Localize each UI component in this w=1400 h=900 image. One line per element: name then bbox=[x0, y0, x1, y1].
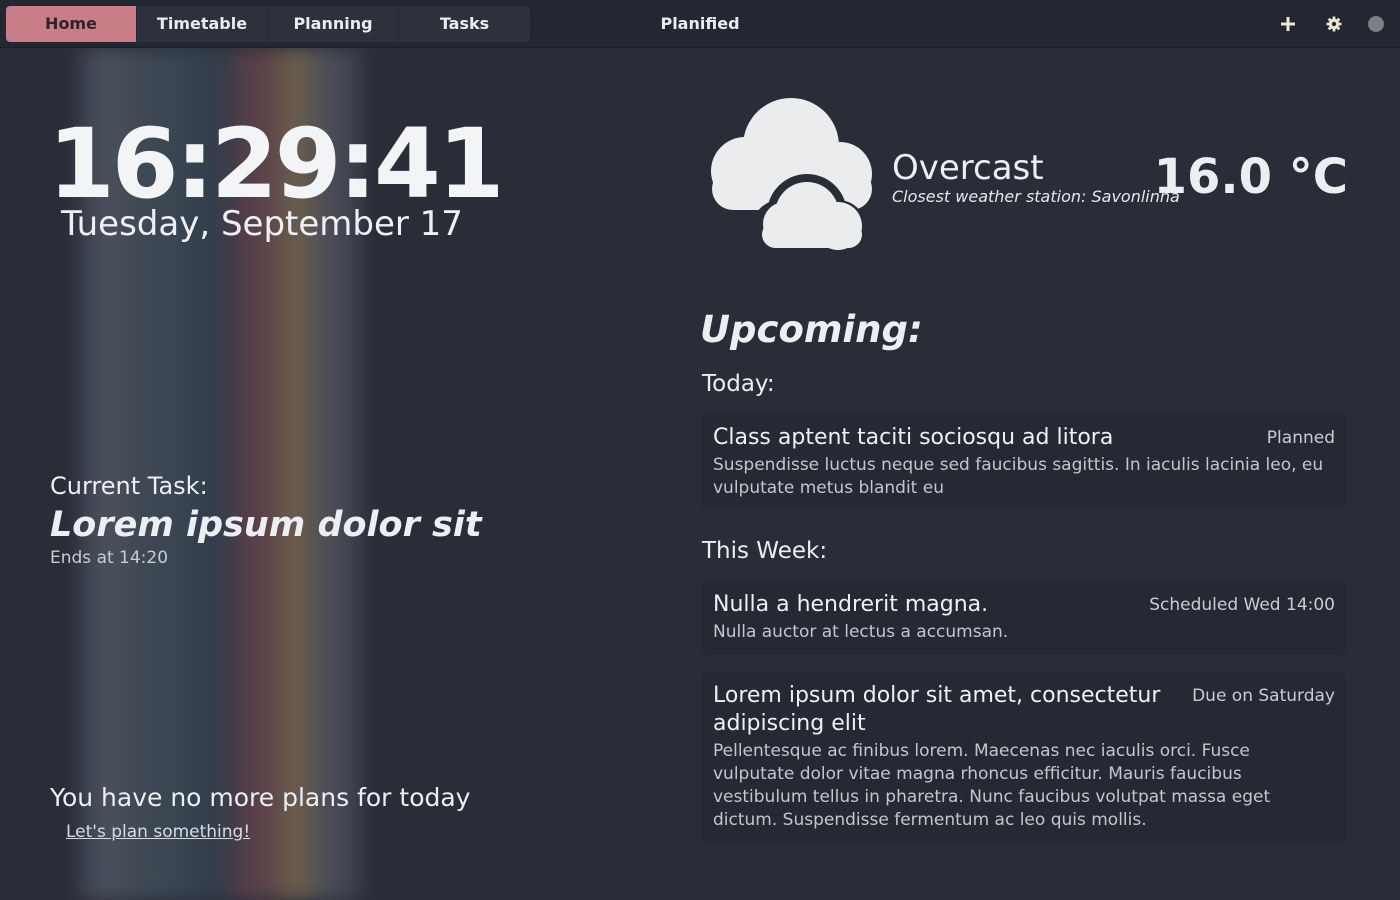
tab-timetable[interactable]: Timetable bbox=[137, 6, 268, 42]
current-task-title: Lorem ipsum dolor sit bbox=[50, 505, 482, 545]
task-card-description: Suspendisse luctus neque sed faucibus sa… bbox=[713, 455, 1324, 498]
task-card[interactable]: Nulla a hendrerit magna. Scheduled Wed 1… bbox=[702, 581, 1346, 655]
clock-time: 16:29:41 bbox=[48, 108, 505, 220]
circle-icon bbox=[1368, 16, 1384, 32]
task-card-status: Due on Saturday bbox=[1192, 686, 1335, 706]
tab-home[interactable]: Home bbox=[6, 6, 137, 42]
status-button[interactable] bbox=[1366, 14, 1386, 34]
task-card-status: Scheduled Wed 14:00 bbox=[1149, 595, 1335, 615]
add-button[interactable] bbox=[1278, 14, 1298, 34]
task-card-title: Lorem ipsum dolor sit amet, consectetur … bbox=[713, 683, 1161, 736]
task-card-title: Nulla a hendrerit magna. bbox=[713, 592, 989, 617]
plus-icon bbox=[1281, 17, 1295, 31]
today-heading: Today: bbox=[702, 371, 775, 397]
settings-button[interactable] bbox=[1324, 14, 1344, 34]
task-card-description: Nulla auctor at lectus a accumsan. bbox=[713, 622, 1009, 642]
gear-icon bbox=[1326, 16, 1342, 32]
clock-date: Tuesday, September 17 bbox=[61, 204, 463, 244]
no-plans-message: You have no more plans for today bbox=[50, 783, 471, 812]
tab-bar: Home Timetable Planning Tasks bbox=[6, 6, 530, 42]
task-card-status: Planned bbox=[1266, 428, 1335, 448]
upcoming-title: Upcoming: bbox=[700, 308, 923, 351]
task-card-title: Class aptent taciti sociosqu ad litora bbox=[713, 425, 1114, 450]
weather-temperature: 16.0 °C bbox=[1153, 149, 1348, 205]
header-bar: Home Timetable Planning Tasks Planified bbox=[0, 0, 1400, 48]
plan-something-link[interactable]: Let's plan something! bbox=[66, 821, 250, 843]
weather-station: Closest weather station: Savonlinna bbox=[892, 187, 1180, 206]
task-card-description: Pellentesque ac finibus lorem. Maecenas … bbox=[713, 741, 1271, 830]
tab-planning[interactable]: Planning bbox=[268, 6, 399, 42]
tab-tasks[interactable]: Tasks bbox=[399, 6, 530, 42]
task-card[interactable]: Lorem ipsum dolor sit amet, consectetur … bbox=[702, 672, 1346, 842]
task-card[interactable]: Class aptent taciti sociosqu ad litora P… bbox=[702, 414, 1346, 510]
current-task-ends: Ends at 14:20 bbox=[50, 548, 169, 568]
this-week-heading: This Week: bbox=[702, 538, 828, 564]
overcast-cloud-icon bbox=[711, 98, 872, 252]
current-task-label: Current Task: bbox=[50, 472, 208, 500]
app-window: Home Timetable Planning Tasks Planified bbox=[0, 0, 1400, 900]
weather-condition: Overcast bbox=[892, 148, 1044, 188]
